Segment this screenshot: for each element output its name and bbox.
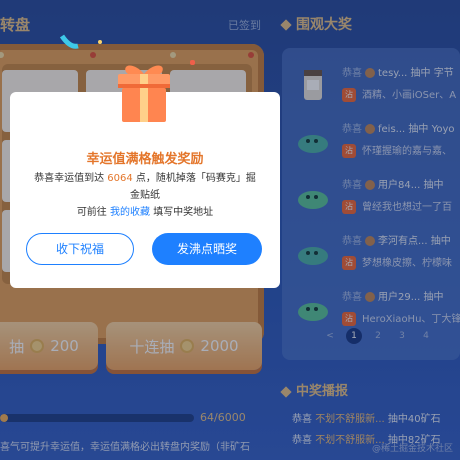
desc2-prefix: 可前往 bbox=[76, 207, 107, 218]
desc-prefix: 恭喜幸运值到达 bbox=[34, 173, 105, 184]
modal-description: 恭喜幸运值到达 6064 点，随机掉落「码赛克」掘金贴纸 可前往 我的收藏 填写… bbox=[30, 170, 260, 221]
confetti-icon bbox=[59, 34, 79, 49]
share-prize-button[interactable]: 发沸点晒奖 bbox=[152, 233, 262, 265]
confetti-icon bbox=[190, 60, 195, 65]
accept-blessing-button[interactable]: 收下祝福 bbox=[26, 233, 134, 265]
luck-value: 6064 bbox=[107, 173, 133, 184]
my-collection-link[interactable]: 我的收藏 bbox=[110, 207, 150, 218]
modal-title: 幸运值满格触发奖励 bbox=[86, 152, 204, 167]
desc-suffix: 点，随机掉落「码赛克」掘金贴纸 bbox=[130, 173, 256, 201]
desc2-suffix: 填写中奖地址 bbox=[153, 207, 214, 218]
gift-box-icon bbox=[118, 65, 170, 122]
confetti-icon bbox=[98, 40, 102, 44]
